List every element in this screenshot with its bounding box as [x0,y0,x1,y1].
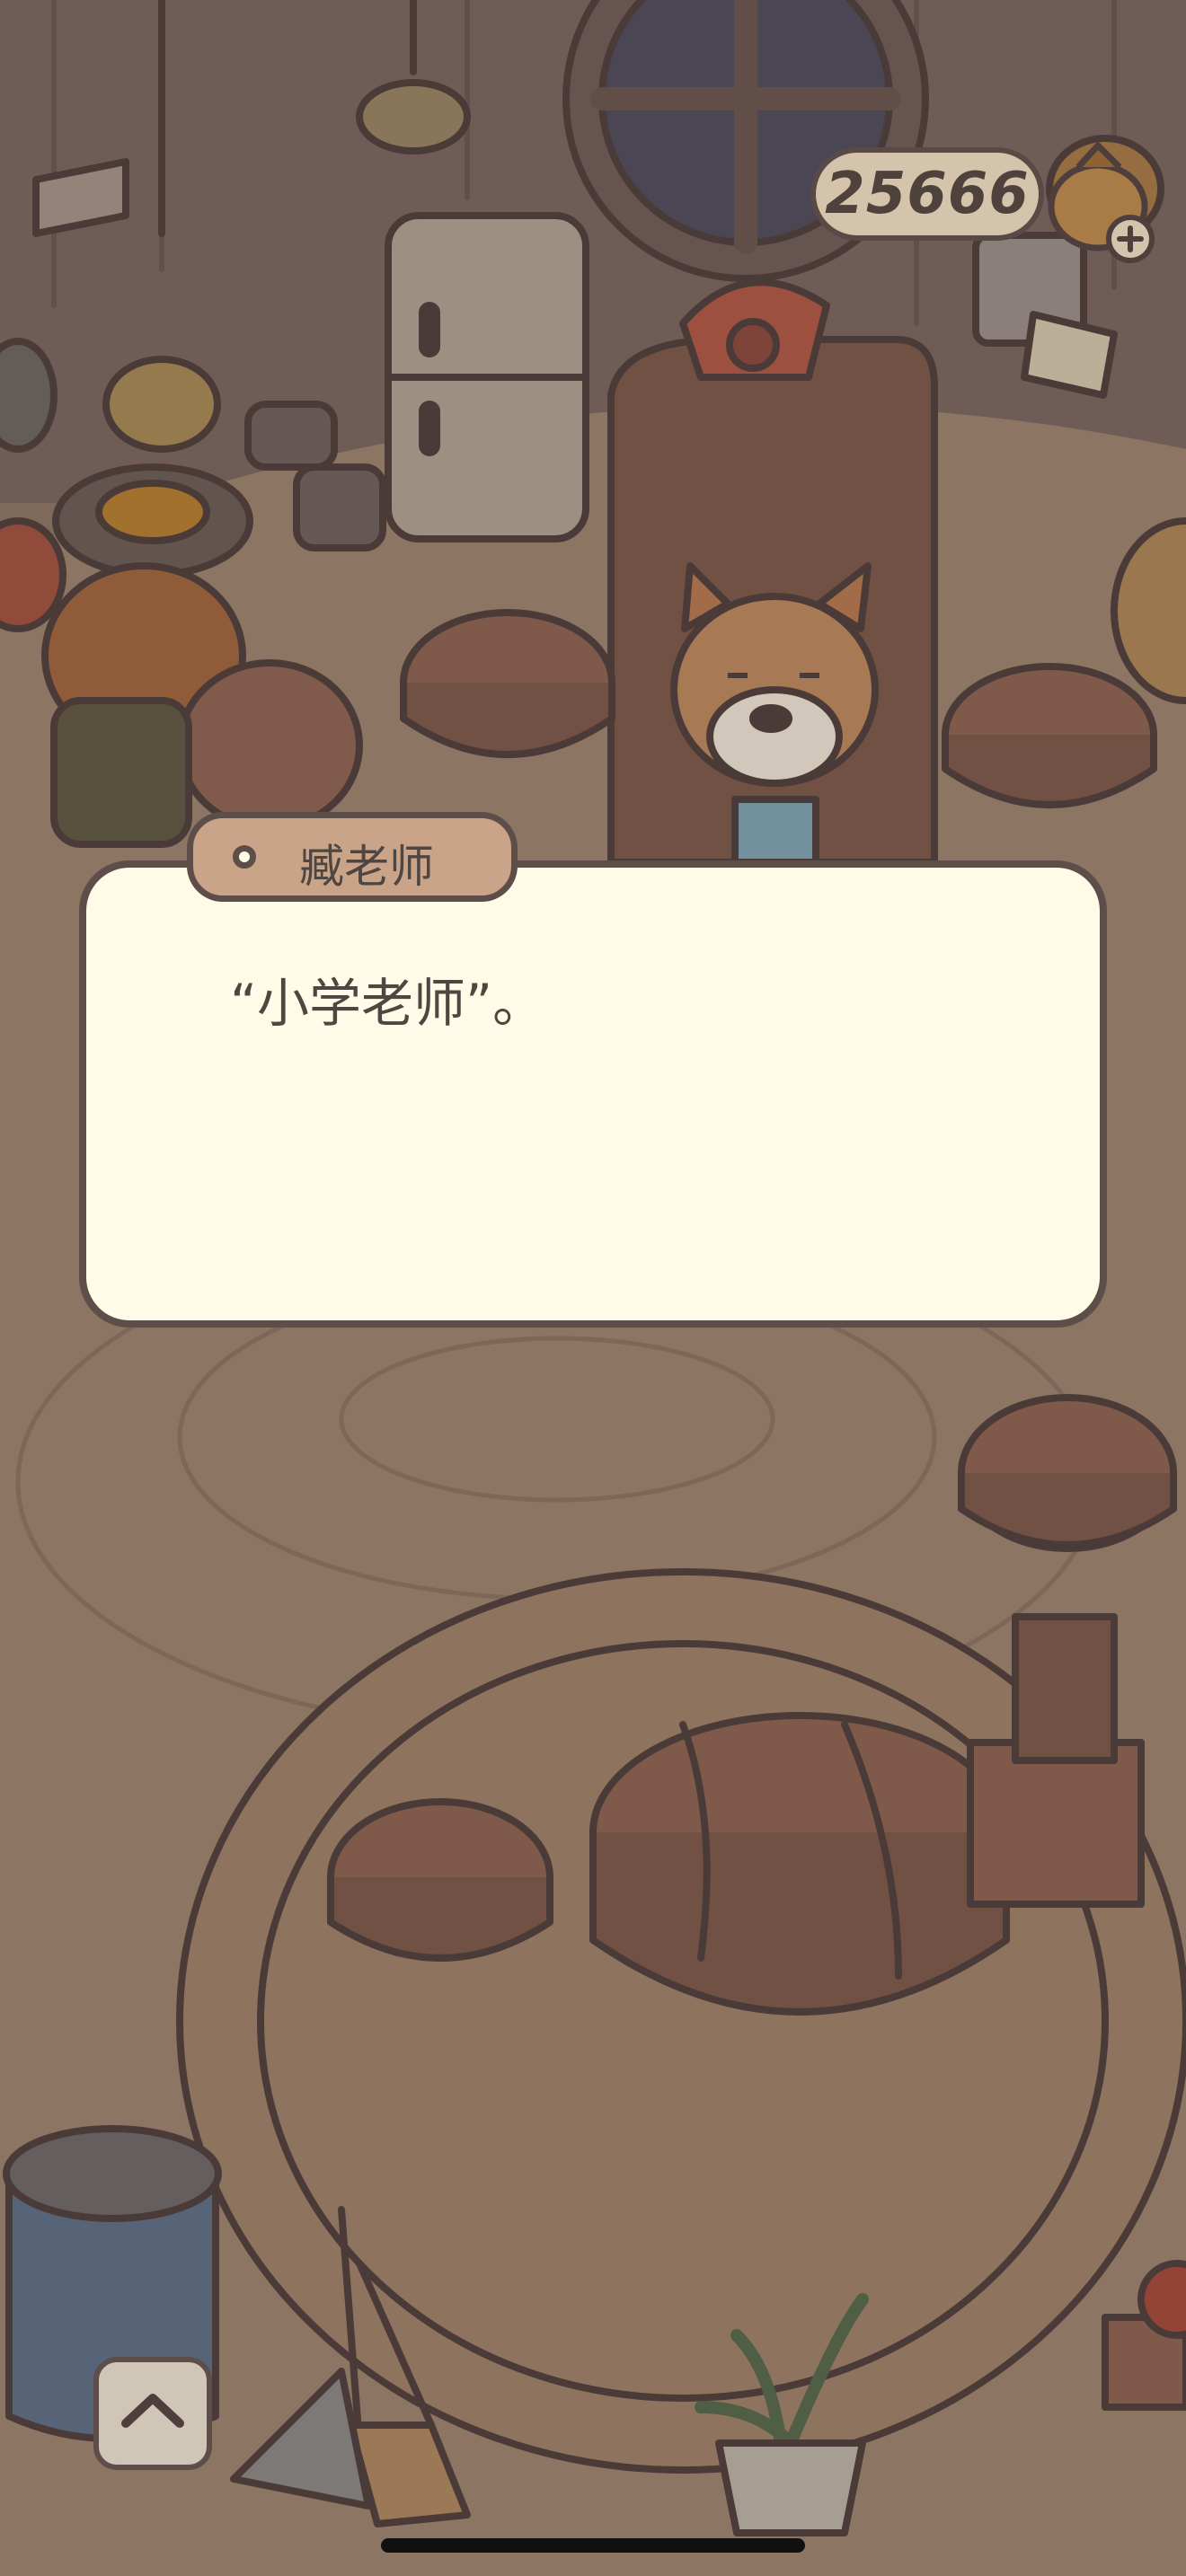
dot-icon [233,845,256,869]
plus-icon[interactable] [1103,212,1157,266]
speaker-name: 臧老师 [299,841,434,893]
chevron-up-icon [121,2394,184,2428]
home-indicator[interactable] [381,2538,805,2553]
dialog-text: “小学老师”。 [230,973,545,1034]
coin-value: 25666 [825,161,1030,227]
dialog-box[interactable]: “小学老师”。 [79,860,1107,1328]
speaker-name-tag: 臧老师 [187,812,518,902]
collapse-button[interactable] [93,2357,212,2470]
coin-counter: 25666 [810,147,1044,241]
